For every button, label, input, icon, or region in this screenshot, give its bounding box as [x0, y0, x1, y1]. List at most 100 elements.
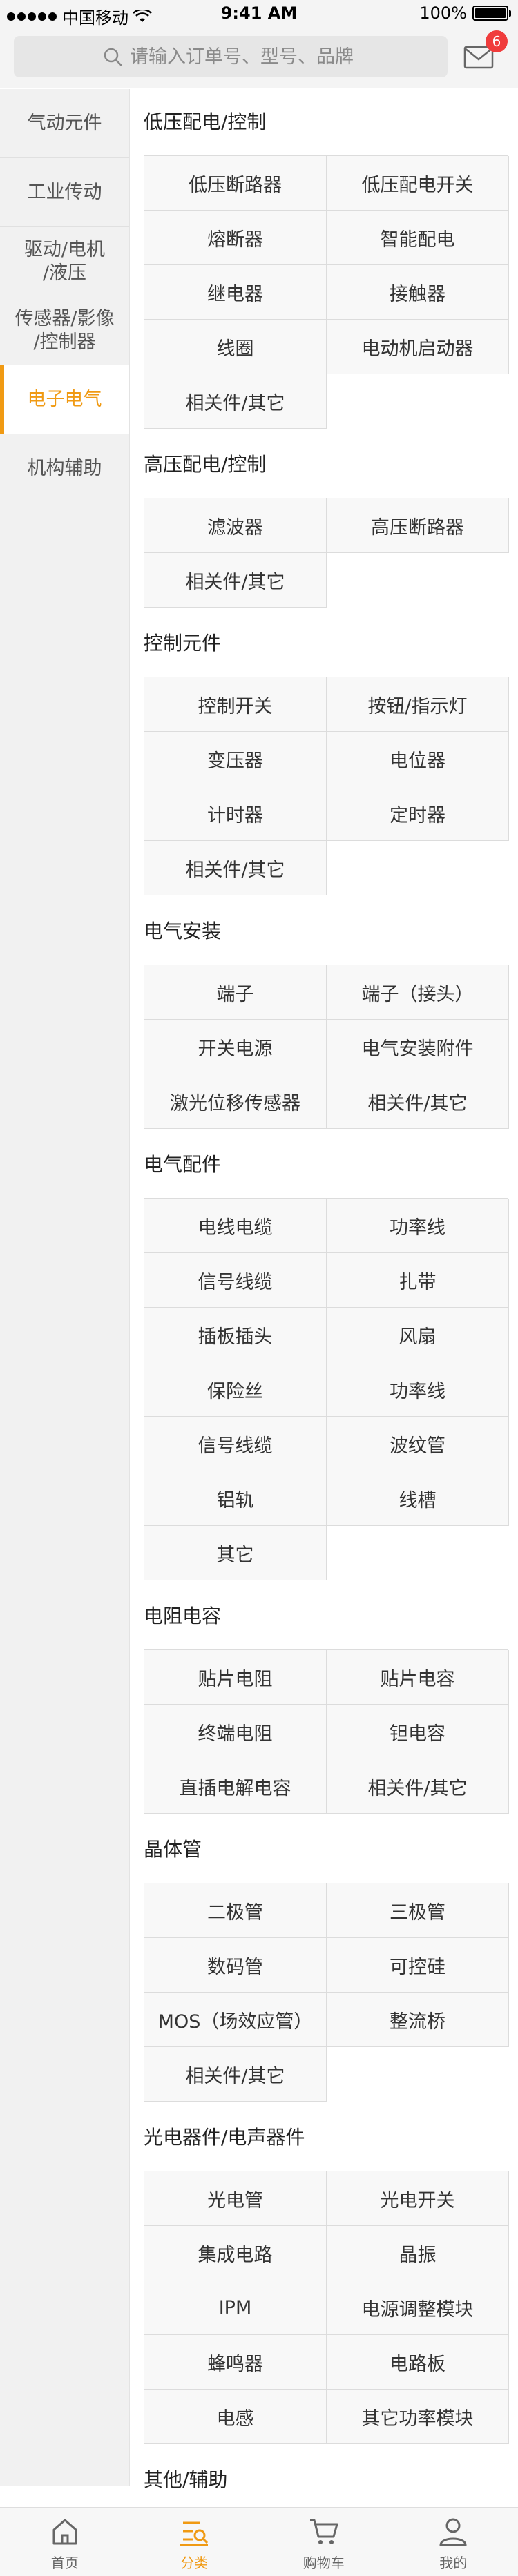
subcategory-item[interactable]: 信号线缆 — [144, 1417, 327, 1471]
subcategory-item[interactable]: 低压断路器 — [144, 156, 327, 211]
sidebar-item[interactable]: 机构辅助 — [0, 434, 129, 503]
sidebar-item[interactable]: 电子电气 — [0, 365, 129, 434]
subcategory-item[interactable]: 直插电解电容 — [144, 1759, 327, 1814]
section-title: 其他/辅助 — [144, 2468, 228, 2491]
sidebar-item[interactable]: 传感器/影像 /控制器 — [0, 296, 129, 365]
subcategory-item[interactable]: 相关件/其它 — [327, 1074, 509, 1129]
subcategory-item[interactable]: 功率线 — [327, 1199, 509, 1253]
subcategory-item[interactable]: 电动机启动器 — [327, 320, 509, 374]
sidebar-item[interactable]: 驱动/电机 /液压 — [0, 227, 129, 296]
subcategory-item[interactable]: 蜂鸣器 — [144, 2335, 327, 2390]
subcategory-item[interactable]: 数码管 — [144, 1938, 327, 1993]
category-section: 晶体管二极管 三极管 数码管 可控硅 MOS（场效应管） 整流桥 相关件/其它 — [130, 1817, 518, 2102]
subcategory-item[interactable]: 保险丝 — [144, 1362, 327, 1417]
sidebar-item-label: 工业传动 — [27, 181, 102, 203]
subcategory-item[interactable]: 继电器 — [144, 265, 327, 320]
subcategory-item[interactable]: 可控硅 — [327, 1938, 509, 1993]
tab-label: 分类 — [180, 2555, 209, 2571]
subcategory-item[interactable]: 贴片电阻 — [144, 1650, 327, 1705]
subcategory-item[interactable]: 钽电容 — [327, 1705, 509, 1759]
sidebar-item[interactable]: 工业传动 — [0, 158, 129, 227]
subcategory-item[interactable]: 电位器 — [327, 732, 509, 786]
subcategory-item[interactable]: 线槽 — [327, 1471, 509, 1526]
category-section: 其他/辅助 — [130, 2447, 518, 2513]
subcategory-item[interactable]: 接触器 — [327, 265, 509, 320]
subcategory-content: 低压配电/控制 低压断路器 低压配电开关 熔断器 智能配电 继电器 接触器 线圈 电动机启动器相… — [130, 89, 518, 2513]
subcategory-item[interactable]: 变压器 — [144, 732, 327, 786]
subcategory-item[interactable]: 控制开关 — [144, 677, 327, 732]
section-title: 光电器件/电声器件 — [144, 2126, 305, 2149]
subcategory-item[interactable]: 相关件/其它 — [144, 374, 327, 429]
subcategory-item[interactable]: MOS（场效应管） — [144, 1993, 327, 2047]
subcategory-item[interactable]: 电感 — [144, 2390, 327, 2444]
subcategory-item[interactable]: 晶振 — [327, 2226, 509, 2280]
subcategory-item[interactable]: 集成电路 — [144, 2226, 327, 2280]
subcategory-item[interactable]: 高压断路器 — [327, 498, 509, 553]
subcategory-item[interactable]: 相关件/其它 — [144, 553, 327, 608]
subcategory-item[interactable]: 计时器 — [144, 786, 327, 841]
tab-cart[interactable]: 购物车 — [259, 2508, 389, 2576]
battery-percent: 100% — [419, 3, 467, 23]
subcategory-item[interactable]: 光电开关 — [327, 2171, 509, 2226]
subcategory-item[interactable]: 贴片电容 — [327, 1650, 509, 1705]
subcategory-item[interactable]: 激光位移传感器 — [144, 1074, 327, 1129]
subcategory-item[interactable]: 电线电缆 — [144, 1199, 327, 1253]
subcategory-grid: 电线电缆 功率线 信号线缆 扎带 插板插头 风扇 保险丝 功率线 信号线缆 波纹管 铝轨 线槽 其它 — [144, 1198, 509, 1580]
subcategory-item[interactable]: 二极管 — [144, 1883, 327, 1938]
home-icon — [52, 2519, 77, 2545]
subcategory-item[interactable]: 电气安装附件 — [327, 1020, 509, 1074]
status-right: 100% — [419, 3, 511, 23]
subcategory-item[interactable]: 定时器 — [327, 786, 509, 841]
category-section: 电阻电容 贴片电阻 贴片电容 终端电阻 钽电容 直插电解电容 相关件/其它 — [130, 1583, 518, 1814]
subcategory-item[interactable]: 扎带 — [327, 1253, 509, 1308]
subcategory-item[interactable]: 三极管 — [327, 1883, 509, 1938]
subcategory-item[interactable]: 铝轨 — [144, 1471, 327, 1526]
tab-profile[interactable]: 我的 — [389, 2508, 518, 2576]
search-box[interactable] — [14, 36, 448, 77]
subcategory-item[interactable]: 光电管 — [144, 2171, 327, 2226]
subcategory-item[interactable]: 按钮/指示灯 — [327, 677, 509, 732]
search-header: 6 — [0, 28, 518, 88]
subcategory-item[interactable]: 电路板 — [327, 2335, 509, 2390]
subcategory-item[interactable]: 低压配电开关 — [327, 156, 509, 211]
tab-category[interactable]: 分类 — [130, 2508, 260, 2576]
subcategory-item[interactable]: 开关电源 — [144, 1020, 327, 1074]
subcategory-item[interactable]: 相关件/其它 — [144, 2047, 327, 2102]
subcategory-item[interactable]: 风扇 — [327, 1308, 509, 1362]
sidebar-item-label: 机构辅助 — [27, 457, 102, 479]
category-sidebar: 气动元件工业传动驱动/电机 /液压 传感器/影像 /控制器电子电气机构辅助 — [0, 89, 130, 2486]
message-button[interactable]: 6 — [463, 30, 508, 72]
subcategory-item[interactable]: 智能配电 — [327, 211, 509, 265]
category-section: 电气配件 电线电缆 功率线 信号线缆 扎带 插板插头 风扇 保险丝 功率线 信号线缆 波纹管 铝轨 线槽… — [130, 1132, 518, 1580]
subcategory-item[interactable]: 滤波器 — [144, 498, 327, 553]
subcategory-item[interactable]: 其它功率模块 — [327, 2390, 509, 2444]
subcategory-item[interactable]: 相关件/其它 — [327, 1759, 509, 1814]
subcategory-item[interactable]: 整流桥 — [327, 1993, 509, 2047]
subcategory-item[interactable]: IPM — [144, 2280, 327, 2335]
subcategory-grid: 端子 端子（接头） 开关电源 电气安装附件 激光位移传感器 相关件/其它 — [144, 965, 509, 1129]
subcategory-item[interactable]: 其它 — [144, 1526, 327, 1580]
status-bar: 中国移动 9:41 AM 100% — [0, 0, 518, 28]
subcategory-item[interactable]: 电源调整模块 — [327, 2280, 509, 2335]
subcategory-item[interactable]: 功率线 — [327, 1362, 509, 1417]
subcategory-item[interactable]: 终端电阻 — [144, 1705, 327, 1759]
subcategory-grid: 控制开关 按钮/指示灯 变压器 电位器 计时器 定时器 相关件/其它 — [144, 677, 509, 895]
subcategory-item[interactable]: 线圈 — [144, 320, 327, 374]
subcategory-item[interactable]: 端子 — [144, 965, 327, 1020]
tab-home[interactable]: 首页 — [0, 2508, 130, 2576]
category-section: 电气安装 端子 端子（接头） 开关电源 电气安装附件 激光位移传感器 相关件/其它 — [130, 898, 518, 1129]
subcategory-item[interactable]: 波纹管 — [327, 1417, 509, 1471]
subcategory-item[interactable]: 相关件/其它 — [144, 841, 327, 895]
subcategory-item[interactable]: 熔断器 — [144, 211, 327, 265]
subcategory-item[interactable]: 信号线缆 — [144, 1253, 327, 1308]
subcategory-grid: 光电管 光电开关 集成电路 晶振 IPM 电源调整模块 蜂鸣器 电路板 电感 其它功率模块 — [144, 2171, 509, 2444]
sidebar-item-label: 电子电气 — [27, 388, 102, 410]
sidebar-item-label: 气动元件 — [27, 112, 102, 134]
section-title: 晶体管 — [144, 1838, 202, 1861]
subcategory-item[interactable]: 插板插头 — [144, 1308, 327, 1362]
subcategory-item[interactable]: 端子（接头） — [327, 965, 509, 1020]
search-input[interactable] — [130, 46, 420, 68]
sidebar-item[interactable]: 气动元件 — [0, 89, 129, 158]
category-icon — [180, 2521, 209, 2546]
message-badge: 6 — [486, 30, 508, 52]
